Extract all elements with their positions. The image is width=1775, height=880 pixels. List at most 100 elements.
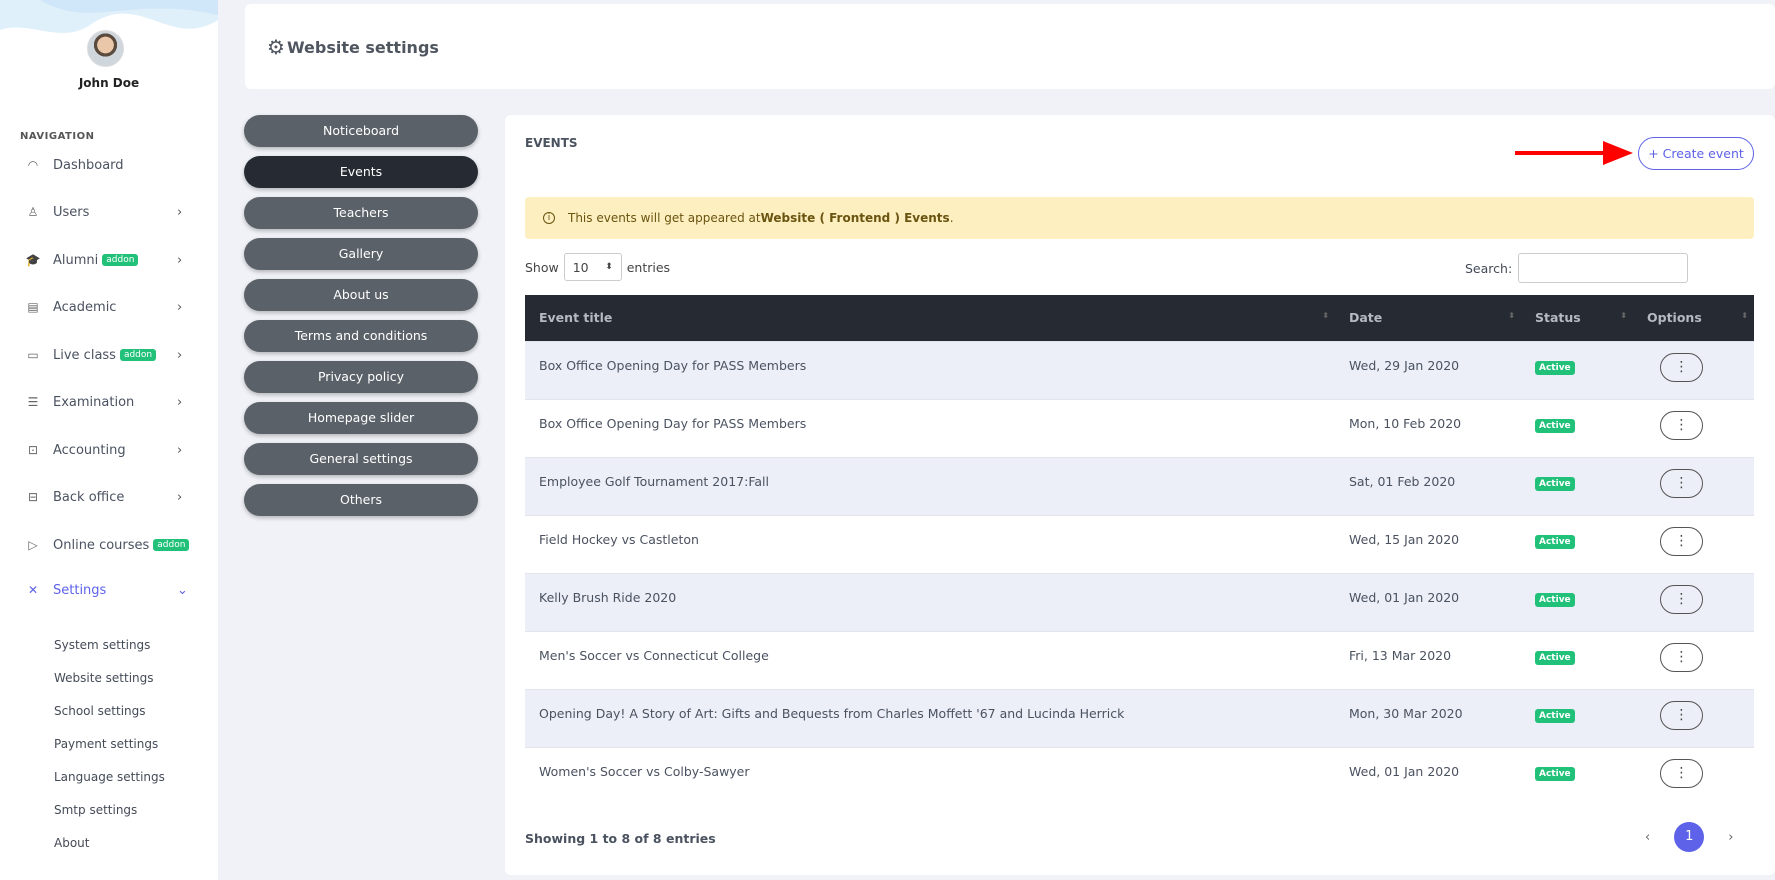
- chevron-right-icon: ›: [177, 489, 183, 505]
- tab-events[interactable]: Events: [244, 156, 478, 188]
- sidebar-subitem-about[interactable]: About: [54, 836, 89, 850]
- sidebar-item-online-courses[interactable]: ▷ Online courses addon: [0, 530, 218, 560]
- avatar[interactable]: [87, 30, 124, 67]
- tab-terms-and-conditions[interactable]: Terms and conditions: [244, 320, 478, 352]
- sidebar-item-label: Accounting: [53, 442, 126, 458]
- sidebar-item-alumni[interactable]: 🎓 Alumni addon ›: [0, 245, 218, 275]
- addon-badge: addon: [119, 349, 157, 361]
- sidebar-item-dashboard[interactable]: ◠ Dashboard: [0, 150, 218, 180]
- page-1-button[interactable]: 1: [1674, 822, 1705, 852]
- sidebar-item-users[interactable]: ♙ Users ›: [0, 197, 218, 227]
- sidebar-item-back-office[interactable]: ⊟ Back office ›: [0, 482, 218, 512]
- status-badge: Active: [1535, 360, 1575, 375]
- settings-tabs: Noticeboard Events Teachers Gallery About us…: [244, 115, 478, 525]
- tab-teachers[interactable]: Teachers: [244, 197, 478, 229]
- status-badge: Active: [1535, 476, 1575, 491]
- options-button[interactable]: ⋮: [1660, 700, 1703, 730]
- sidebar-item-live-class[interactable]: ▭ Live class addon ›: [0, 340, 218, 370]
- sidebar-item-examination[interactable]: ☰ Examination ›: [0, 387, 218, 417]
- options-button[interactable]: ⋮: [1660, 526, 1703, 556]
- graduation-cap-icon: 🎓: [25, 253, 41, 267]
- tab-noticeboard[interactable]: Noticeboard: [244, 115, 478, 147]
- options-button[interactable]: ⋮: [1660, 642, 1703, 672]
- sidebar-item-label: Dashboard: [53, 157, 124, 173]
- column-header-status[interactable]: Status ⬍: [1521, 295, 1633, 341]
- navigation-label: NAVIGATION: [20, 131, 95, 142]
- chevron-right-icon: ›: [177, 252, 183, 268]
- table-row: Box Office Opening Day for PASS Members M…: [525, 398, 1754, 457]
- tab-privacy-policy[interactable]: Privacy policy: [244, 361, 478, 393]
- sidebar-item-label: Online courses: [53, 537, 150, 553]
- event-date: Sat, 01 Feb 2020: [1335, 456, 1521, 515]
- tab-general-settings[interactable]: General settings: [244, 443, 478, 475]
- tab-about-us[interactable]: About us: [244, 279, 478, 311]
- prev-page-button[interactable]: ‹: [1645, 830, 1650, 845]
- tab-homepage-slider[interactable]: Homepage slider: [244, 402, 478, 434]
- event-date: Wed, 15 Jan 2020: [1335, 514, 1521, 573]
- red-arrow-annotation: [1515, 141, 1633, 165]
- sidebar-subitem-website-settings[interactable]: Website settings: [54, 671, 154, 685]
- column-header-options[interactable]: Options ⬍: [1633, 295, 1754, 341]
- sidebar-subitem-language-settings[interactable]: Language settings: [54, 770, 165, 784]
- video-icon: ▭: [27, 348, 39, 362]
- page-header: ⚙ Website settings: [245, 4, 1775, 89]
- status-badge: Active: [1535, 534, 1575, 549]
- addon-badge: addon: [153, 539, 190, 551]
- tab-others[interactable]: Others: [244, 484, 478, 516]
- dashboard-icon: ◠: [27, 158, 39, 172]
- sidebar-subitem-school-settings[interactable]: School settings: [54, 704, 146, 718]
- chevron-right-icon: ›: [177, 299, 183, 315]
- entries-select[interactable]: 10 ⬍: [563, 253, 622, 281]
- sort-arrows-icon: ⬍: [605, 262, 613, 272]
- clipboard-icon: ☰: [27, 395, 39, 409]
- tab-gallery[interactable]: Gallery: [244, 238, 478, 270]
- options-button[interactable]: ⋮: [1660, 468, 1703, 498]
- sidebar-subitem-payment-settings[interactable]: Payment settings: [54, 737, 158, 751]
- options-button[interactable]: ⋮: [1660, 352, 1703, 382]
- table-row: Opening Day! A Story of Art: Gifts and B…: [525, 688, 1754, 747]
- search-input[interactable]: [1518, 253, 1689, 283]
- event-date: Mon, 10 Feb 2020: [1335, 398, 1521, 457]
- event-title: Employee Golf Tournament 2017:Fall: [525, 456, 1335, 515]
- event-title: Men's Soccer vs Connecticut College: [525, 630, 1335, 689]
- events-card: EVENTS + Create event i This events will …: [505, 115, 1775, 875]
- sidebar-item-settings[interactable]: ✕ Settings ⌄: [0, 575, 218, 605]
- sidebar-item-label: Academic: [53, 299, 117, 315]
- table-row: Kelly Brush Ride 2020 Wed, 01 Jan 2020 Act…: [525, 572, 1754, 631]
- status-badge: Active: [1535, 708, 1575, 723]
- more-vertical-icon: ⋮: [1674, 417, 1689, 433]
- event-title: Box Office Opening Day for PASS Members: [525, 398, 1335, 457]
- more-vertical-icon: ⋮: [1674, 475, 1689, 491]
- create-event-button[interactable]: + Create event: [1638, 137, 1754, 170]
- user-name: John Doe: [78, 76, 140, 90]
- sidebar: John Doe NAVIGATION ◠ Dashboard ♙ Users › 🎓 Al…: [0, 0, 218, 880]
- chevron-right-icon: ›: [177, 204, 183, 220]
- next-page-button[interactable]: ›: [1728, 830, 1733, 845]
- sidebar-subitem-system-settings[interactable]: System settings: [54, 638, 150, 652]
- options-button[interactable]: ⋮: [1660, 584, 1703, 614]
- sidebar-item-label: Back office: [53, 489, 125, 505]
- gear-icon: ⚙: [267, 35, 285, 59]
- status-badge: Active: [1535, 592, 1575, 607]
- column-header-date[interactable]: Date ⬍: [1335, 295, 1521, 341]
- sidebar-item-academic[interactable]: ▤ Academic ›: [0, 292, 218, 322]
- sort-icon: ⬍: [1620, 311, 1627, 320]
- table-row: Men's Soccer vs Connecticut College Fri, …: [525, 630, 1754, 689]
- options-button[interactable]: ⋮: [1660, 758, 1703, 788]
- event-title: Women's Soccer vs Colby-Sawyer: [525, 746, 1335, 805]
- sidebar-subitem-smtp-settings[interactable]: Smtp settings: [54, 803, 137, 817]
- chevron-right-icon: ›: [177, 347, 183, 363]
- column-header-event-title[interactable]: Event title ⬍: [525, 295, 1335, 341]
- more-vertical-icon: ⋮: [1674, 359, 1689, 375]
- sidebar-item-label: Live class: [53, 347, 116, 363]
- event-title: Kelly Brush Ride 2020: [525, 572, 1335, 631]
- archive-icon: ⊟: [27, 490, 39, 504]
- briefcase-icon: ⊡: [27, 443, 39, 457]
- more-vertical-icon: ⋮: [1674, 591, 1689, 607]
- options-button[interactable]: ⋮: [1660, 410, 1703, 440]
- page-title: Website settings: [286, 37, 439, 57]
- sort-icon: ⬍: [1508, 311, 1515, 320]
- sidebar-item-label: Alumni: [53, 252, 99, 268]
- more-vertical-icon: ⋮: [1674, 533, 1689, 549]
- sidebar-item-accounting[interactable]: ⊡ Accounting ›: [0, 435, 218, 465]
